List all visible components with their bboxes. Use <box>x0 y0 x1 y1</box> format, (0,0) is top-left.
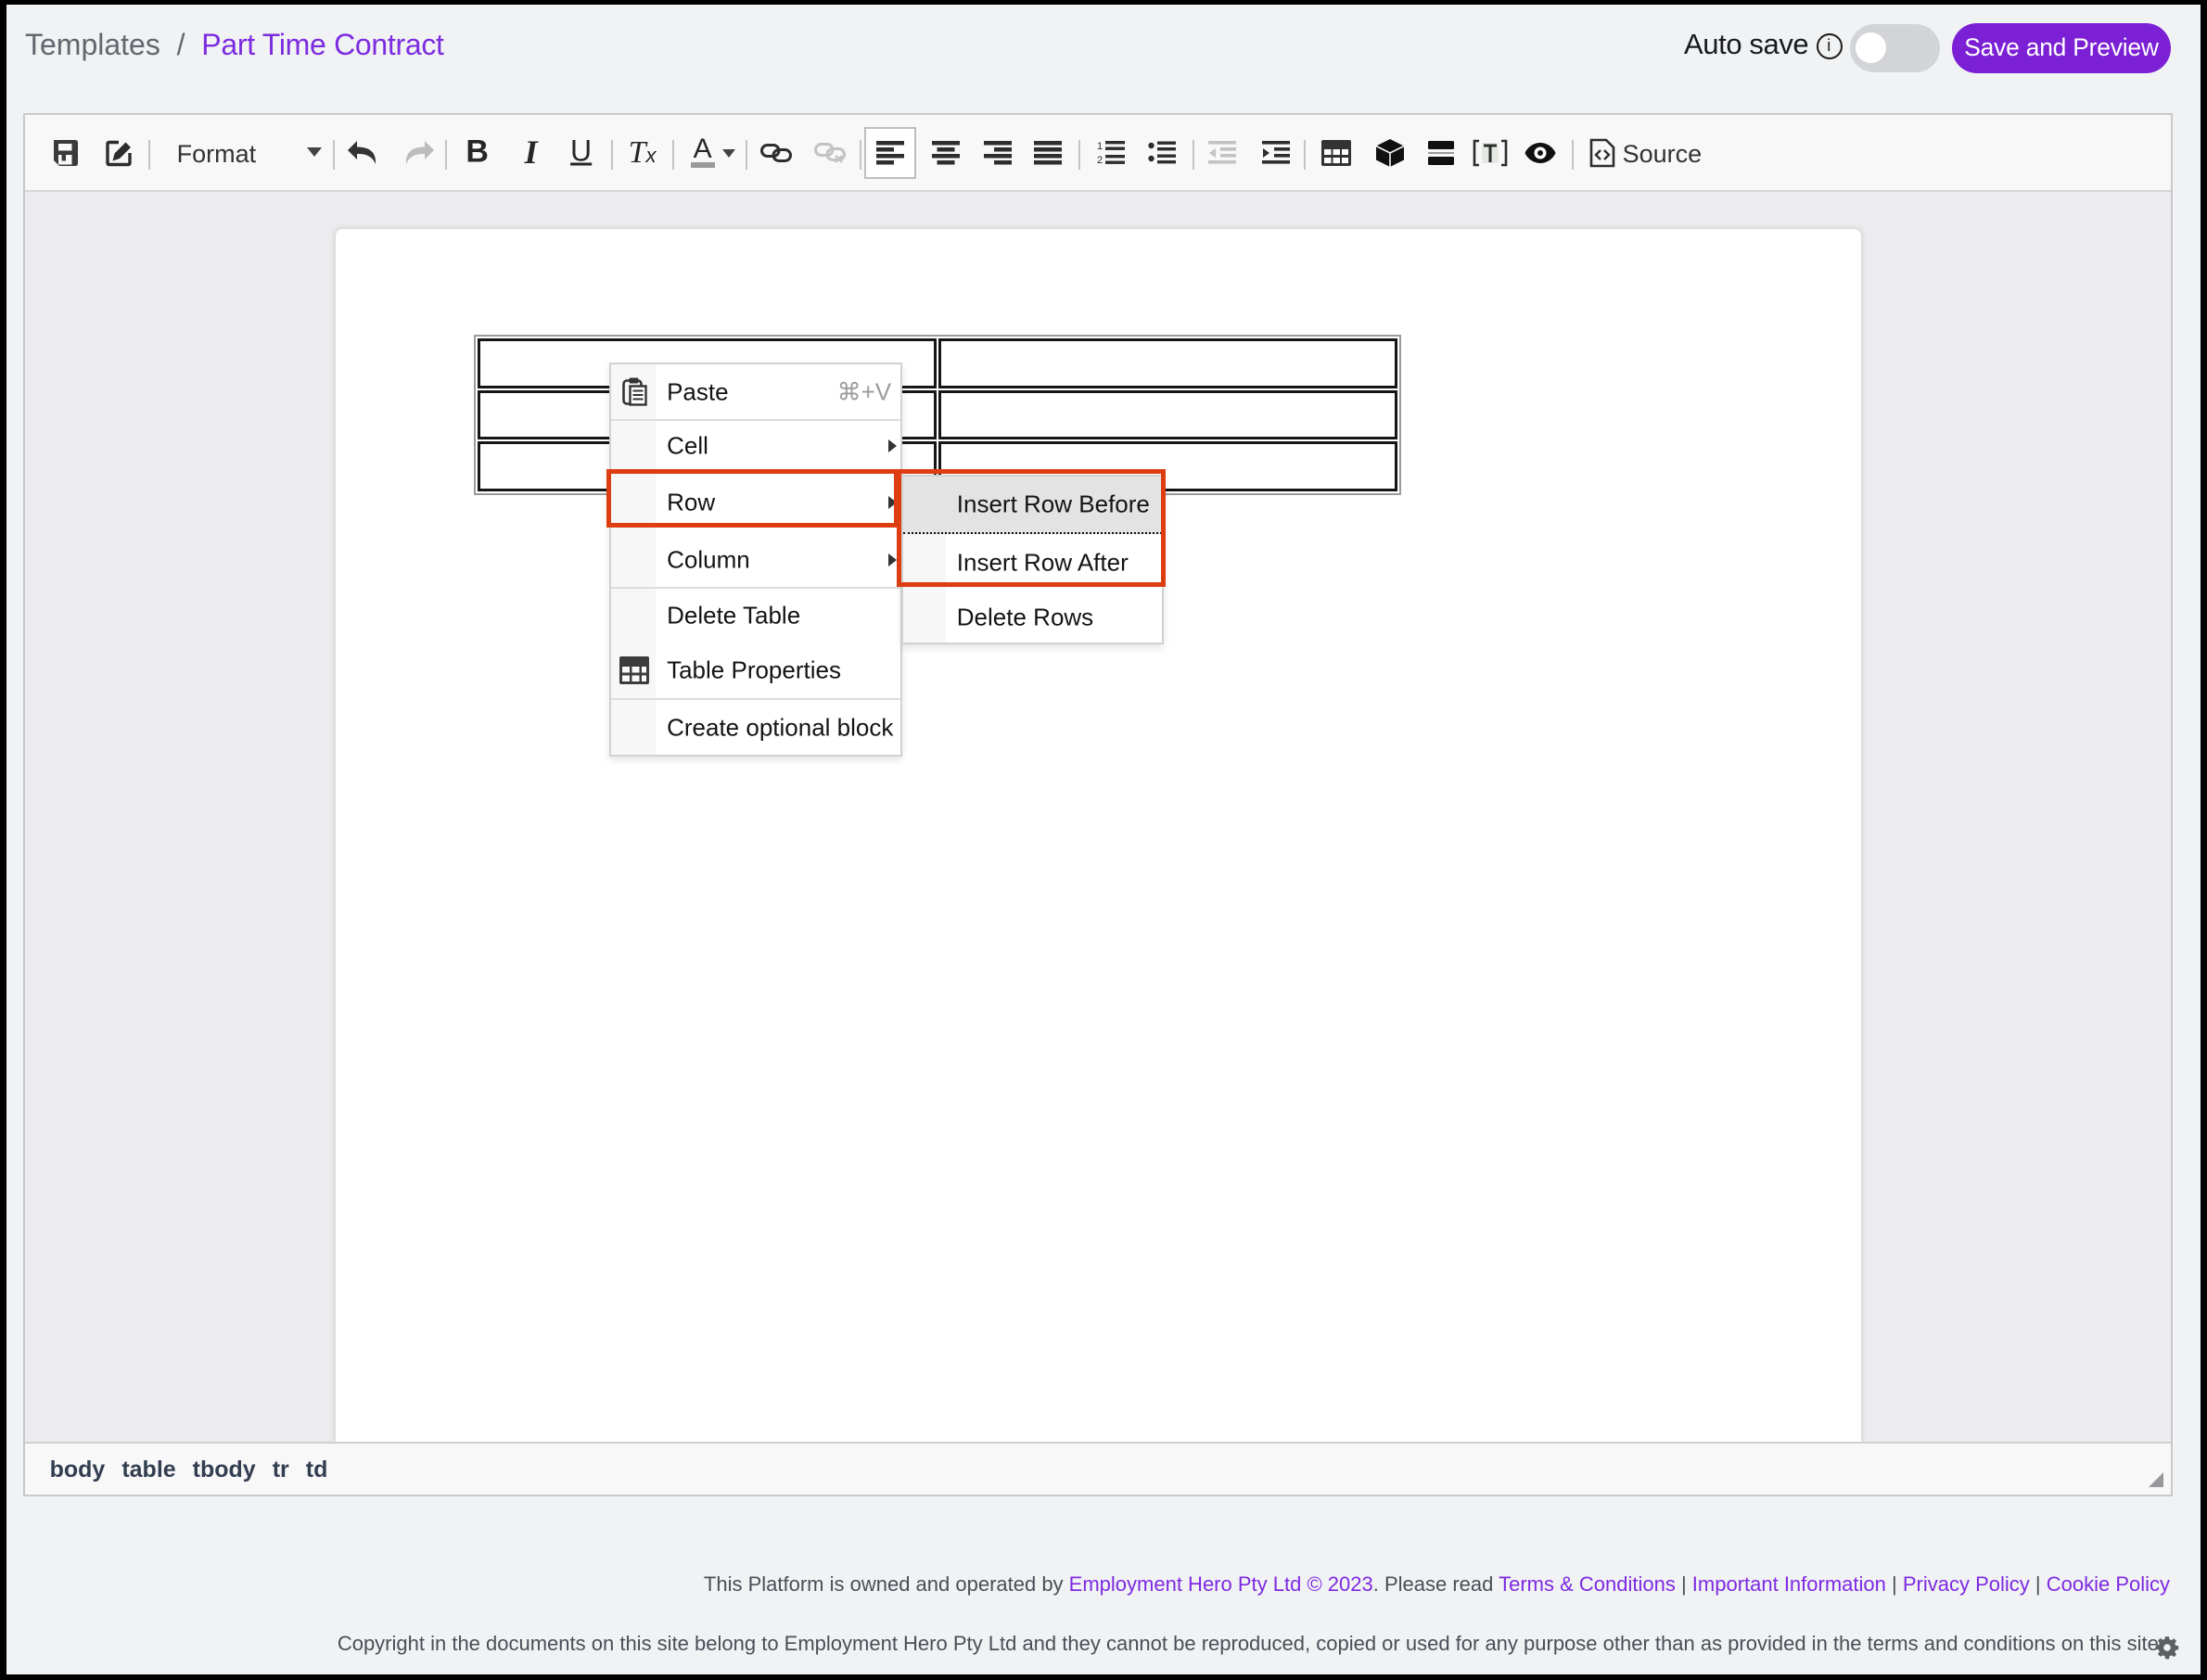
svg-text:2: 2 <box>1097 155 1103 166</box>
svg-text:1: 1 <box>1097 141 1103 152</box>
